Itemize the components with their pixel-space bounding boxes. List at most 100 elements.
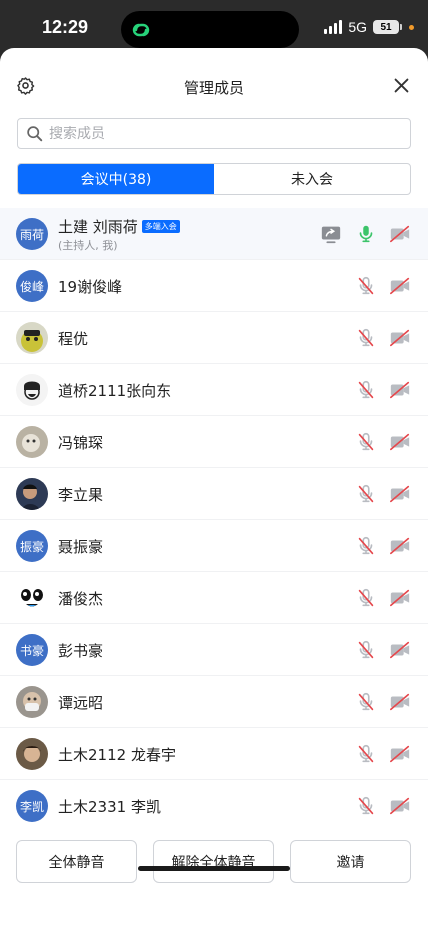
avatar [16,582,48,614]
participant-name: 聂振豪 [58,536,103,557]
status-bar: 12:29 5G 51 [0,0,428,48]
participant-name-text: 19谢俊峰 [58,278,123,296]
participant-name: 程优 [58,328,88,349]
mic-muted-icon[interactable] [355,743,377,765]
mic-muted-icon[interactable] [355,795,377,817]
avatar: 俊峰 [16,270,48,302]
participant-name: 李立果 [58,484,103,505]
camera-off-icon[interactable] [389,275,411,297]
camera-off-icon[interactable] [389,639,411,661]
privacy-indicator-dot [409,24,414,30]
participant-row[interactable]: 潘俊杰 [0,572,428,624]
mic-muted-icon[interactable] [355,275,377,297]
avatar: 振豪 [16,530,48,562]
participant-role: (主持人, 我) [58,239,118,252]
participant-name-text: 冯锦琛 [58,434,104,452]
avatar [16,322,48,354]
tab-switcher: 会议中(38) 未入会 [17,163,411,195]
sheet-header: 管理成员 [0,48,428,123]
camera-off-icon[interactable] [389,327,411,349]
participant-name-text: 土木2112 龙春宇 [58,746,176,764]
participant-name-text: 彭书豪 [58,642,104,660]
participant-row[interactable]: 振豪 聂振豪 [0,520,428,572]
participant-row[interactable]: 谭远昭 [0,676,428,728]
participant-name: 潘俊杰 [58,588,103,609]
avatar: 书豪 [16,634,48,666]
meeting-app-icon [132,23,150,37]
avatar [16,426,48,458]
member-management-sheet: 管理成员 会议中(38) 未入会 雨荷土建 刘雨荷多端入会 (主持人, 我) 俊峰 1… [0,48,428,929]
status-time: 12:29 [42,17,89,37]
avatar [16,738,48,770]
participant-name: 道桥2111张向东 [58,380,171,401]
participant-name: 冯锦琛 [58,432,103,453]
close-icon[interactable] [393,77,410,94]
mic-on-icon[interactable] [355,223,377,245]
participant-name-text: 谭远昭 [58,694,104,712]
mic-muted-icon[interactable] [355,327,377,349]
camera-off-icon[interactable] [389,743,411,765]
avatar [16,686,48,718]
participant-name: 彭书豪 [58,640,103,661]
camera-off-icon[interactable] [389,379,411,401]
participant-name-text: 土建 刘雨荷 [58,218,138,236]
participant-row[interactable]: 土木2112 龙春宇 [0,728,428,780]
battery-level: 51 [380,21,392,33]
camera-off-icon[interactable] [389,691,411,713]
mute-all-button[interactable]: 全体静音 [16,840,137,883]
mic-muted-icon[interactable] [355,639,377,661]
participant-row[interactable]: 俊峰 19谢俊峰 [0,260,428,312]
participant-name-text: 聂振豪 [58,538,104,556]
participant-name-text: 土木2331 李凯 [58,798,161,816]
search-icon [27,126,43,142]
participant-name: 土木2331 李凯 [58,796,161,817]
camera-off-icon[interactable] [389,795,411,817]
dynamic-island [121,11,299,48]
avatar: 李凯 [16,790,48,822]
signal-icon [324,20,343,34]
camera-off-icon[interactable] [389,483,411,505]
multi-device-badge: 多端入会 [141,220,180,233]
participant-list: 雨荷 土建 刘雨荷 多端入会 (主持人, 我) 俊峰 19谢俊峰程优道桥2111张向东 冯锦… [0,208,428,832]
camera-off-icon[interactable] [389,431,411,453]
camera-off-icon[interactable] [389,587,411,609]
mic-muted-icon[interactable] [355,691,377,713]
screen-share-icon[interactable] [320,223,342,245]
mic-muted-icon[interactable] [355,431,377,453]
network-type: 5G [348,19,367,35]
participant-row[interactable]: 李立果 [0,468,428,520]
participant-name: 土木2112 龙春宇 [58,744,176,765]
participant-row[interactable]: 道桥2111张向东 [0,364,428,416]
tab-in-meeting[interactable]: 会议中(38) [18,164,214,194]
camera-off-icon[interactable] [389,223,411,245]
mic-muted-icon[interactable] [355,587,377,609]
search-box[interactable] [17,118,411,149]
participant-name-text: 潘俊杰 [58,590,104,608]
participant-name: 19谢俊峰 [58,276,122,297]
participant-name-text: 道桥2111张向东 [58,382,172,400]
invite-button[interactable]: 邀请 [290,840,411,883]
home-indicator [138,866,290,871]
mic-muted-icon[interactable] [355,535,377,557]
mic-muted-icon[interactable] [355,483,377,505]
avatar [16,374,48,406]
participant-row[interactable]: 书豪 彭书豪 [0,624,428,676]
participant-name-text: 李立果 [58,486,104,504]
participant-row[interactable]: 冯锦琛 [0,416,428,468]
participant-row[interactable]: 李凯 土木2331 李凯 [0,780,428,832]
participant-name: 谭远昭 [58,692,103,713]
action-bar: 全体静音 解除全体静音 邀请 [0,829,428,929]
search-input[interactable] [49,125,389,142]
avatar [16,478,48,510]
battery-icon: 51 [373,20,402,34]
participant-row[interactable]: 程优 [0,312,428,364]
participant-name: 土建 刘雨荷 多端入会 [58,216,180,237]
page-title: 管理成员 [183,79,244,97]
avatar: 雨荷 [16,218,48,250]
mic-muted-icon[interactable] [355,379,377,401]
unmute-all-button[interactable]: 解除全体静音 [153,840,274,883]
tab-not-joined[interactable]: 未入会 [214,164,410,194]
participant-name-text: 程优 [58,330,89,348]
participant-row[interactable]: 雨荷 土建 刘雨荷 多端入会 (主持人, 我) [0,208,428,260]
camera-off-icon[interactable] [389,535,411,557]
